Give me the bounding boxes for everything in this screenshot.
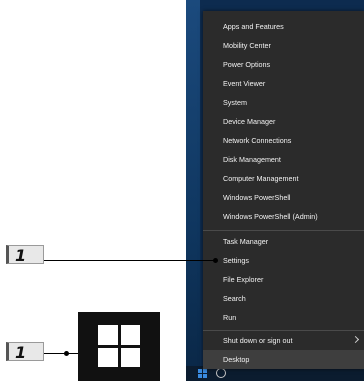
menu-item-power-options[interactable]: Power Options (203, 55, 364, 74)
desktop-wallpaper-edge (186, 0, 200, 381)
menu-item-mobility-center[interactable]: Mobility Center (203, 36, 364, 55)
menu-item-settings[interactable]: Settings (203, 251, 364, 270)
menu-item-device-manager[interactable]: Device Manager (203, 112, 364, 131)
menu-item-file-explorer[interactable]: File Explorer (203, 270, 364, 289)
taskbar-start-icon[interactable] (198, 369, 207, 378)
menu-item-computer-management[interactable]: Computer Management (203, 169, 364, 188)
menu-item-search[interactable]: Search (203, 289, 364, 308)
menu-item-shut-down-or-sign-out[interactable]: Shut down or sign out (203, 331, 364, 350)
menu-item-apps-and-features[interactable]: Apps and Features (203, 17, 364, 36)
menu-item-desktop[interactable]: Desktop (203, 350, 364, 369)
menu-item-windows-powershell[interactable]: Windows PowerShell (203, 188, 364, 207)
menu-item-system[interactable]: System (203, 93, 364, 112)
quick-link-menu: Apps and Features Mobility Center Power … (203, 11, 364, 369)
menu-item-windows-powershell-admin[interactable]: Windows PowerShell (Admin) (203, 207, 364, 226)
callout-label: 1 (6, 245, 44, 265)
menu-item-run[interactable]: Run (203, 308, 364, 327)
callout-pointer-dot (213, 258, 218, 263)
callout-label: 1 (6, 342, 44, 362)
menu-item-task-manager[interactable]: Task Manager (203, 232, 364, 251)
menu-item-network-connections[interactable]: Network Connections (203, 131, 364, 150)
windows-start-tile[interactable] (78, 312, 160, 381)
windows-logo-icon (98, 325, 140, 367)
menu-separator (203, 230, 364, 231)
callout-leader-line (44, 353, 78, 354)
callout-leader-line (44, 260, 215, 261)
taskbar-search-icon[interactable] (216, 368, 226, 378)
menu-item-event-viewer[interactable]: Event Viewer (203, 74, 364, 93)
menu-item-disk-management[interactable]: Disk Management (203, 150, 364, 169)
callout-pointer-dot (64, 351, 69, 356)
chevron-right-icon (351, 335, 360, 344)
menu-item-label: Shut down or sign out (223, 336, 293, 345)
